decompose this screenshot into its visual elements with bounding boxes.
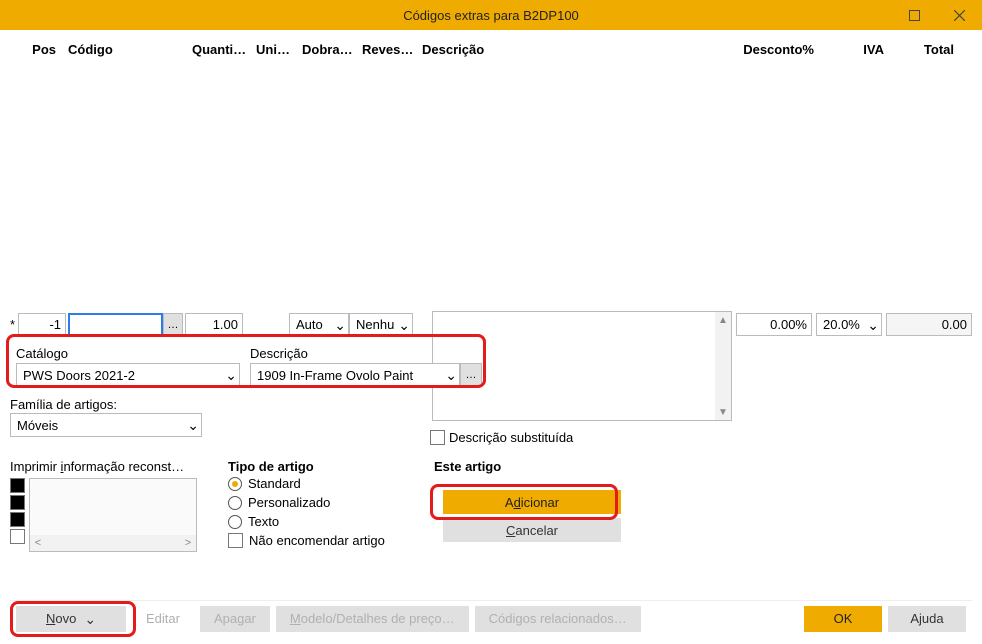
lower-columns: Imprimir informação reconst… < > — [10, 459, 972, 552]
tipo-nao-encomendar[interactable]: Não encomendar artigo — [228, 533, 416, 548]
vertical-scrollbar[interactable]: ▲ ▼ — [715, 312, 731, 420]
col-descricao: Descrição — [418, 40, 728, 59]
adicionar-button[interactable]: Adicionar — [443, 490, 621, 514]
chevron-down-icon: ⌄ — [445, 368, 457, 382]
catalog-desc-col: Descrição 1909 In-Frame Ovolo Paint ⌄ … — [250, 346, 482, 387]
nao-encomendar-checkbox[interactable] — [228, 533, 243, 548]
lower-section: ▲ ▼ Catálogo PWS Doors 2021-2 ⌄ Descriçã… — [10, 338, 972, 552]
col-dobradica: Dobradi… — [298, 40, 358, 59]
este-label: Este artigo — [434, 459, 630, 474]
catalog-label: Catálogo — [16, 346, 240, 361]
print-label: Imprimir informação reconst… — [10, 459, 210, 474]
col-unidade: Unid… — [252, 40, 298, 59]
codigo-input[interactable] — [68, 313, 163, 336]
scroll-right-icon[interactable]: > — [180, 537, 196, 549]
unidade-cell — [243, 313, 289, 337]
print-row: < > — [10, 478, 210, 552]
quantidade-input[interactable]: 1.00 — [185, 313, 243, 336]
chevron-down-icon: ⌄ — [225, 368, 237, 382]
dobradica-select[interactable]: Auto ⌄ — [289, 313, 349, 336]
catalog-col: Catálogo PWS Doors 2021-2 ⌄ — [16, 346, 240, 387]
iva-value: 20.0% — [823, 317, 860, 332]
col-quantidade: Quantid… — [188, 40, 252, 59]
tipo-column: Tipo de artigo Standard Personalizado Te… — [228, 459, 416, 552]
familia-select[interactable]: Móveis ⌄ — [10, 413, 202, 437]
dobradica-value: Auto — [296, 317, 323, 332]
catalog-desc-select[interactable]: 1909 In-Frame Ovolo Paint ⌄ — [250, 363, 460, 387]
row-star: * — [10, 313, 18, 337]
print-column: Imprimir informação reconst… < > — [10, 459, 210, 552]
print-check-stack — [10, 478, 25, 544]
descricao-substituida-row: Descrição substituída — [430, 430, 573, 445]
radio-standard[interactable] — [228, 477, 242, 491]
chevron-down-icon: ⌄ — [187, 418, 199, 432]
opt-personalizado-label: Personalizado — [248, 495, 330, 510]
col-pos: Pos — [10, 40, 64, 59]
cancelar-button[interactable]: Cancelar — [443, 518, 621, 542]
tipo-label: Tipo de artigo — [228, 459, 416, 474]
modelo-button: Modelo/Detalhes de preço… — [276, 606, 469, 632]
col-desconto: Desconto% — [728, 40, 818, 59]
col-revestimento: Revesti… — [358, 40, 418, 59]
descricao-substituida-label: Descrição substituída — [449, 430, 573, 445]
codigo-browse-button[interactable]: … — [163, 313, 183, 336]
revestimento-value: Nenhu — [356, 317, 394, 332]
catalog-desc-browse-button[interactable]: … — [460, 363, 482, 387]
opt-standard-label: Standard — [248, 476, 301, 491]
close-button[interactable] — [937, 0, 982, 30]
catalog-desc-value: 1909 In-Frame Ovolo Paint — [257, 368, 413, 383]
extras-window: Códigos extras para B2DP100 Pos Código Q… — [0, 0, 982, 644]
revestimento-select[interactable]: Nenhu ⌄ — [349, 313, 413, 336]
total-field: 0.00 — [886, 313, 972, 336]
tipo-opt-texto[interactable]: Texto — [228, 514, 416, 529]
familia-value: Móveis — [17, 418, 58, 433]
grid-body — [10, 61, 972, 311]
chevron-down-icon: ⌄ — [867, 318, 879, 332]
novo-button[interactable]: Novo ⌄ — [16, 606, 126, 632]
este-column: Este artigo Adicionar Cancelar — [434, 459, 630, 552]
ok-button[interactable]: OK — [804, 606, 882, 632]
catalog-desc-label: Descrição — [250, 346, 482, 361]
chevron-down-icon: ⌄ — [84, 612, 96, 626]
window-buttons — [892, 0, 982, 30]
print-check-1[interactable] — [10, 478, 25, 493]
tipo-opt-standard[interactable]: Standard — [228, 476, 416, 491]
print-listbox[interactable]: < > — [29, 478, 197, 552]
tipo-opt-personalizado[interactable]: Personalizado — [228, 495, 416, 510]
print-check-3[interactable] — [10, 512, 25, 527]
apagar-button: Apagar — [200, 606, 270, 632]
catalog-select[interactable]: PWS Doors 2021-2 ⌄ — [16, 363, 240, 387]
radio-texto[interactable] — [228, 515, 242, 529]
descricao-substituida-checkbox[interactable] — [430, 430, 445, 445]
print-check-2[interactable] — [10, 495, 25, 510]
titlebar: Códigos extras para B2DP100 — [0, 0, 982, 30]
maximize-button[interactable] — [892, 0, 937, 30]
chevron-down-icon: ⌄ — [398, 318, 410, 332]
scroll-down-icon[interactable]: ▼ — [718, 404, 728, 420]
opt-texto-label: Texto — [248, 514, 279, 529]
horizontal-scrollbar[interactable]: < > — [30, 535, 196, 551]
ajuda-button[interactable]: Ajuda — [888, 606, 966, 632]
iva-select[interactable]: 20.0% ⌄ — [816, 313, 882, 336]
footer: Novo ⌄ Editar Apagar Modelo/Detalhes de … — [10, 600, 972, 636]
scroll-left-icon[interactable]: < — [30, 537, 46, 549]
window-title: Códigos extras para B2DP100 — [403, 8, 579, 23]
col-total: Total — [888, 40, 958, 59]
catalog-value: PWS Doors 2021-2 — [23, 368, 135, 383]
catalog-section: Catálogo PWS Doors 2021-2 ⌄ Descrição 19… — [10, 342, 482, 391]
content-area: Pos Código Quantid… Unid… Dobradi… Reves… — [0, 30, 982, 644]
col-iva: IVA — [818, 40, 888, 59]
print-check-4[interactable] — [10, 529, 25, 544]
radio-personalizado[interactable] — [228, 496, 242, 510]
editar-button: Editar — [132, 606, 194, 632]
col-codigo: Código — [64, 40, 188, 59]
este-buttons: Adicionar Cancelar — [434, 490, 630, 542]
codigos-relacionados-button: Códigos relacionados… — [475, 606, 641, 632]
scroll-up-icon[interactable]: ▲ — [718, 312, 728, 328]
desconto-input[interactable]: 0.00% — [736, 313, 812, 336]
grid-header: Pos Código Quantid… Unid… Dobradi… Reves… — [10, 38, 972, 61]
chevron-down-icon: ⌄ — [334, 318, 346, 332]
pos-input[interactable]: -1 — [18, 313, 66, 336]
nao-encomendar-label: Não encomendar artigo — [249, 533, 385, 548]
